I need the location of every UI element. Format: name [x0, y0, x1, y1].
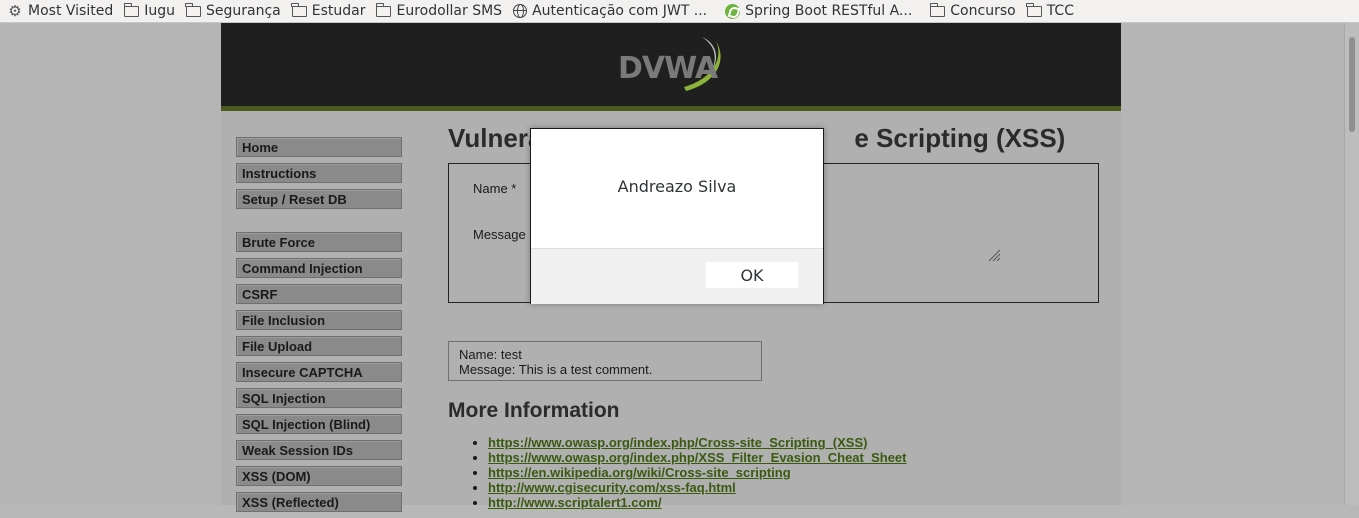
alert-footer: OK — [531, 248, 823, 304]
bookmark-label: Estudar — [311, 3, 366, 19]
bookmark-seguranca[interactable]: Segurança — [185, 0, 281, 22]
bookmark-estudar[interactable]: Estudar — [291, 0, 366, 22]
folder-icon — [185, 3, 201, 17]
bookmark-spring-boot[interactable]: Spring Boot RESTful A... — [725, 0, 912, 22]
folder-icon — [375, 3, 392, 17]
bookmark-label: Autenticação com JWT ... — [532, 3, 708, 19]
bookmark-label: Concurso — [950, 3, 1016, 19]
bookmark-label: Spring Boot RESTful A... — [745, 3, 913, 19]
bookmark-tcc[interactable]: TCC — [1026, 0, 1074, 22]
gear-icon: ⚙ — [8, 2, 22, 20]
bookmark-autenticacao-jwt[interactable]: Autenticação com JWT ... — [513, 0, 707, 22]
folder-icon — [929, 3, 946, 17]
bookmark-label: Most Visited — [28, 3, 114, 19]
bookmark-label: Iugu — [144, 3, 175, 19]
bookmark-eurodollar-sms[interactable]: Eurodollar SMS — [375, 0, 503, 22]
folder-icon — [123, 3, 140, 17]
bookmark-iugu[interactable]: Iugu — [123, 0, 175, 22]
bookmark-label: TCC — [1046, 3, 1074, 19]
bookmark-most-visited[interactable]: ⚙ Most Visited — [7, 0, 113, 22]
bookmark-label: Eurodollar SMS — [396, 3, 503, 19]
bookmarks-toolbar: ⚙ Most Visited Iugu Segurança Estudar Eu… — [0, 0, 1359, 23]
spring-icon — [725, 3, 741, 19]
folder-icon — [1026, 3, 1042, 17]
alert-message: Andreazo Silva — [617, 177, 737, 196]
folder-icon — [291, 3, 307, 17]
bookmark-label: Segurança — [205, 3, 281, 19]
ok-button[interactable]: OK — [706, 262, 798, 288]
globe-icon — [513, 4, 528, 18]
bookmark-concurso[interactable]: Concurso — [929, 0, 1016, 22]
alert-dialog: Andreazo Silva OK — [530, 128, 824, 304]
